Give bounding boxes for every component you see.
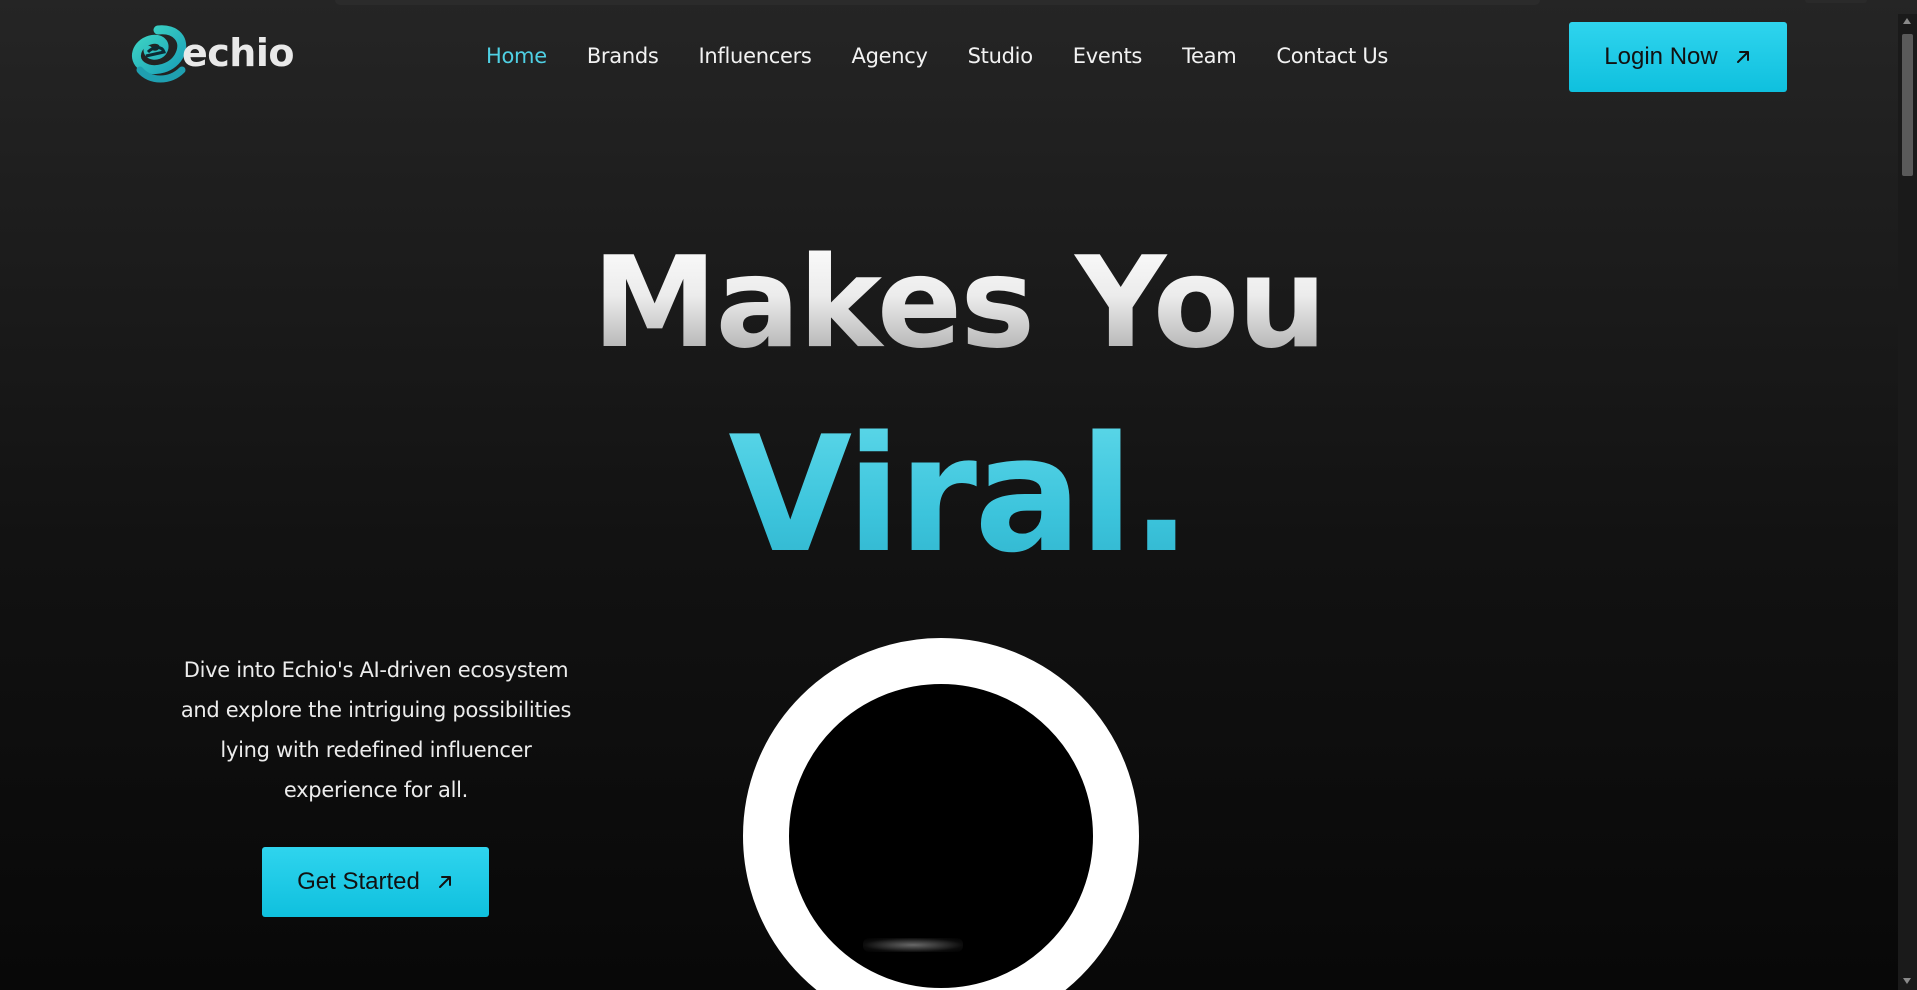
nav-item-studio[interactable]: Studio [968, 44, 1033, 72]
echio-swirl-e-logo-icon [131, 25, 187, 83]
hero-ring-light-image [743, 638, 1139, 990]
nav-item-contact-us[interactable]: Contact Us [1276, 44, 1388, 72]
brand-logo[interactable]: echio [128, 24, 298, 88]
scrollbar-thumb[interactable] [1902, 34, 1913, 176]
hero-headline-line2: Viral. [0, 405, 1917, 585]
page: echio Home Brands Influencers Agency Stu… [0, 0, 1917, 990]
nav-item-agency[interactable]: Agency [852, 44, 928, 72]
nav-item-brands[interactable]: Brands [587, 44, 659, 72]
arrow-up-right-icon [1736, 51, 1749, 63]
scroll-down-arrow-icon[interactable] [1903, 978, 1911, 984]
browser-top-bar-right [1805, 0, 1867, 3]
login-now-button[interactable]: Login Now [1569, 22, 1787, 92]
get-started-label: Get Started [297, 868, 420, 895]
browser-top-bar [335, 0, 1540, 5]
nav-item-team[interactable]: Team [1182, 44, 1237, 72]
scroll-up-arrow-icon[interactable] [1903, 18, 1911, 24]
hero-headline-line1: Makes You [0, 228, 1917, 378]
nav-item-events[interactable]: Events [1073, 44, 1143, 72]
arrow-up-right-icon [438, 876, 451, 888]
nav-item-influencers[interactable]: Influencers [699, 44, 812, 72]
hero-description: Dive into Echio's AI-driven ecosystem an… [180, 658, 572, 802]
login-now-label: Login Now [1604, 43, 1718, 70]
ring-light-reflection [863, 938, 963, 952]
page-scrollbar[interactable] [1898, 14, 1917, 990]
get-started-button[interactable]: Get Started [262, 847, 489, 917]
main-nav: Home Brands Influencers Agency Studio Ev… [486, 44, 1428, 72]
nav-item-home[interactable]: Home [486, 44, 547, 72]
brand-logo-text: echio [182, 31, 294, 75]
